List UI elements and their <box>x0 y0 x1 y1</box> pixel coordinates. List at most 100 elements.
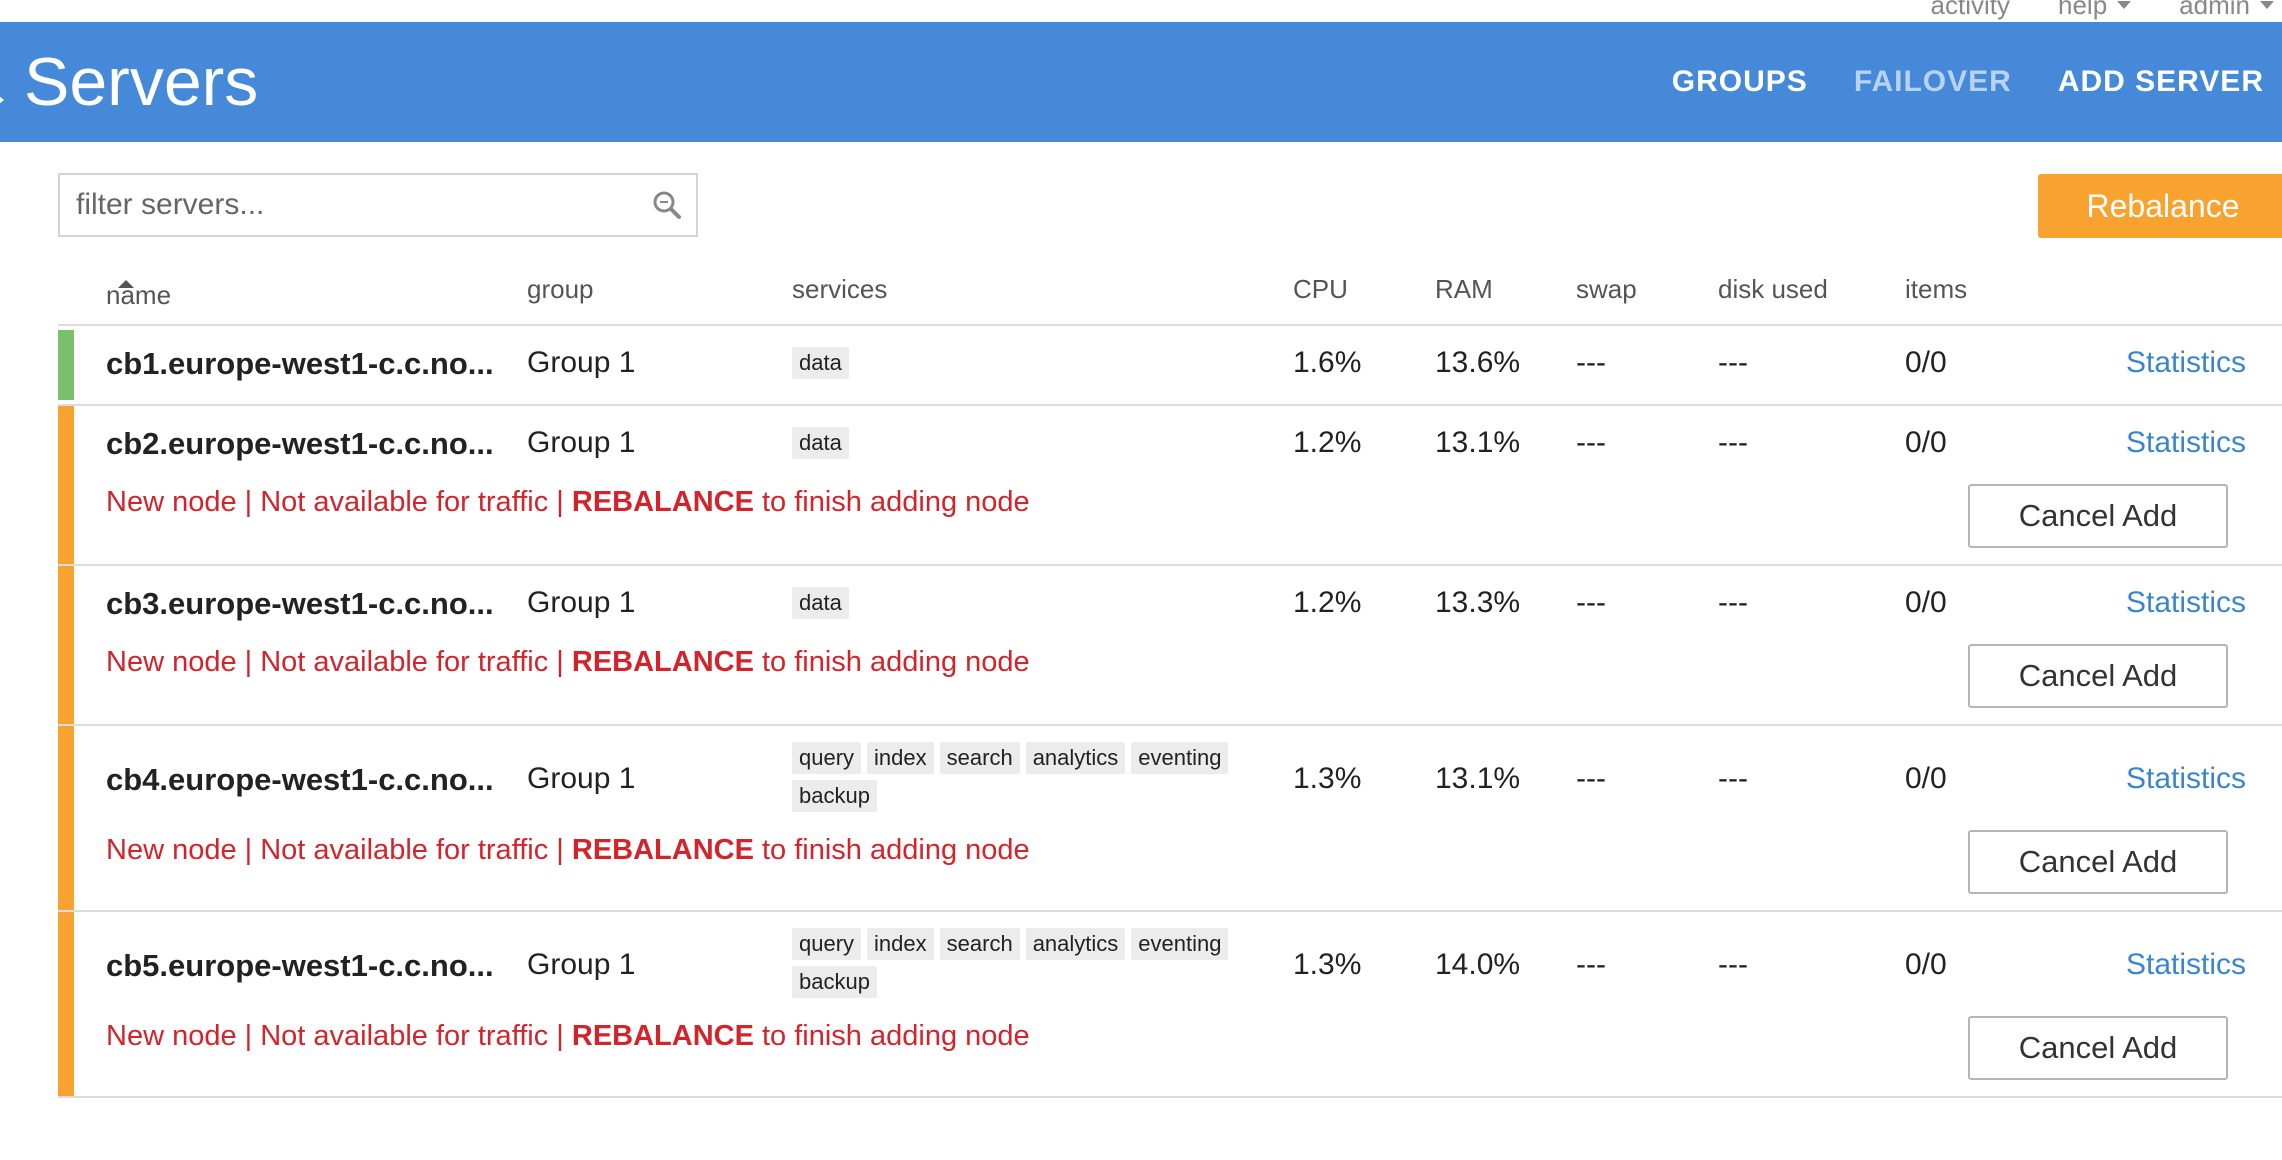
statistics-link[interactable]: Statistics <box>2126 426 2246 460</box>
cancel-add-button[interactable]: Cancel Add <box>1968 1016 2228 1080</box>
column-ram[interactable]: RAM <box>1435 274 1493 305</box>
disk-used-value: --- <box>1718 948 1748 981</box>
table-row[interactable]: cb4.europe-west1-c.c.no... Group 1 query… <box>58 726 2282 912</box>
service-tag: search <box>939 742 1020 774</box>
cpu-value: 1.2% <box>1293 586 1362 619</box>
chevron-right-icon[interactable] <box>0 92 4 108</box>
warning-suffix: to finish adding node <box>753 486 1030 518</box>
table-row[interactable]: cb3.europe-west1-c.c.no... Group 1 data … <box>58 566 2282 726</box>
column-swap[interactable]: swap <box>1576 274 1637 305</box>
filter-box <box>58 173 698 237</box>
admin-label: admin <box>2179 0 2250 20</box>
server-name: cb1.europe-west1-c.c.no... <box>106 346 494 381</box>
warning-prefix: New node | Not available for traffic | <box>106 834 572 866</box>
table-row[interactable]: cb2.europe-west1-c.c.no... Group 1 data … <box>58 406 2282 566</box>
table-row[interactable]: cb5.europe-west1-c.c.no... Group 1 query… <box>58 912 2282 1098</box>
admin-menu[interactable]: admin <box>2179 0 2274 20</box>
help-menu[interactable]: help <box>2058 0 2132 20</box>
service-tag: index <box>867 928 934 960</box>
new-node-warning: New node | Not available for traffic | R… <box>106 834 1030 867</box>
ram-value: 14.0% <box>1435 948 1521 981</box>
column-disk-used[interactable]: disk used <box>1718 274 1828 305</box>
cancel-add-button[interactable]: Cancel Add <box>1968 644 2228 708</box>
cancel-add-button[interactable]: Cancel Add <box>1968 830 2228 894</box>
statistics-link[interactable]: Statistics <box>2126 346 2246 380</box>
activity-link[interactable]: activity <box>1931 0 2010 20</box>
swap-value: --- <box>1576 346 1606 379</box>
status-stripe <box>58 912 74 1096</box>
services-list: data <box>792 347 1272 379</box>
ram-value: 13.1% <box>1435 762 1521 795</box>
items-value: 0/0 <box>1905 346 1947 379</box>
warning-suffix: to finish adding node <box>753 834 1030 866</box>
cancel-add-button[interactable]: Cancel Add <box>1968 484 2228 548</box>
failover-link[interactable]: FAILOVER <box>1854 65 2012 99</box>
new-node-warning: New node | Not available for traffic | R… <box>106 1020 1030 1053</box>
disk-used-value: --- <box>1718 426 1748 459</box>
service-tag: backup <box>792 780 877 812</box>
rebalance-button[interactable]: Rebalance <box>2038 174 2282 238</box>
status-stripe <box>58 566 74 724</box>
service-tag: index <box>867 742 934 774</box>
service-tag: data <box>792 347 849 379</box>
column-services[interactable]: services <box>792 274 887 305</box>
cpu-value: 1.3% <box>1293 948 1362 981</box>
server-name: cb2.europe-west1-c.c.no... <box>106 426 494 461</box>
statistics-link[interactable]: Statistics <box>2126 762 2246 796</box>
warning-suffix: to finish adding node <box>753 1020 1030 1052</box>
warning-rebalance: REBALANCE <box>571 486 754 518</box>
column-group[interactable]: group <box>527 274 594 305</box>
column-cpu[interactable]: CPU <box>1293 274 1348 305</box>
service-tag: backup <box>792 966 877 998</box>
service-tag: eventing <box>1131 928 1229 960</box>
table-header: name group services CPU RAM swap disk us… <box>58 268 2282 326</box>
warning-prefix: New node | Not available for traffic | <box>106 486 572 518</box>
service-tag: analytics <box>1025 928 1126 960</box>
page-header: Servers GROUPS FAILOVER ADD SERVER <box>0 22 2282 142</box>
sort-ascending-icon <box>118 280 134 288</box>
swap-value: --- <box>1576 426 1606 459</box>
server-group: Group 1 <box>527 762 636 795</box>
items-value: 0/0 <box>1905 426 1947 459</box>
service-tag: query <box>792 928 862 960</box>
disk-used-value: --- <box>1718 586 1748 619</box>
cpu-value: 1.2% <box>1293 426 1362 459</box>
server-group: Group 1 <box>527 346 636 379</box>
service-tag: query <box>792 742 862 774</box>
warning-rebalance: REBALANCE <box>571 646 754 678</box>
statistics-link[interactable]: Statistics <box>2126 586 2246 620</box>
warning-prefix: New node | Not available for traffic | <box>106 646 572 678</box>
add-server-link[interactable]: ADD SERVER <box>2058 65 2264 99</box>
services-list: query index search analytics eventing ba… <box>792 742 1272 812</box>
statistics-link[interactable]: Statistics <box>2126 948 2246 982</box>
services-list: data <box>792 427 1272 459</box>
status-stripe <box>58 726 74 910</box>
caret-down-icon <box>2260 1 2274 9</box>
server-group: Group 1 <box>527 948 636 981</box>
warning-rebalance: REBALANCE <box>571 834 754 866</box>
table-row[interactable]: cb1.europe-west1-c.c.no... Group 1 data … <box>58 326 2282 406</box>
filter-servers-input[interactable] <box>60 175 636 235</box>
ram-value: 13.1% <box>1435 426 1521 459</box>
service-tag: search <box>939 928 1020 960</box>
page-title: Servers <box>24 44 259 120</box>
swap-value: --- <box>1576 586 1606 619</box>
new-node-warning: New node | Not available for traffic | R… <box>106 646 1030 679</box>
items-value: 0/0 <box>1905 586 1947 619</box>
services-list: query index search analytics eventing ba… <box>792 928 1272 998</box>
column-name-label: name <box>106 280 172 310</box>
items-value: 0/0 <box>1905 762 1947 795</box>
ram-value: 13.3% <box>1435 586 1521 619</box>
search-icon[interactable] <box>652 190 682 220</box>
server-name: cb3.europe-west1-c.c.no... <box>106 586 494 621</box>
service-tag: analytics <box>1025 742 1126 774</box>
service-tag: eventing <box>1131 742 1229 774</box>
column-items[interactable]: items <box>1905 274 1967 305</box>
new-node-warning: New node | Not available for traffic | R… <box>106 486 1030 519</box>
activity-label: activity <box>1930 0 2011 20</box>
disk-used-value: --- <box>1718 346 1748 379</box>
groups-link[interactable]: GROUPS <box>1672 65 1808 99</box>
swap-value: --- <box>1576 762 1606 795</box>
top-utility-links: activity help admin <box>1931 0 2274 20</box>
cpu-value: 1.3% <box>1293 762 1362 795</box>
